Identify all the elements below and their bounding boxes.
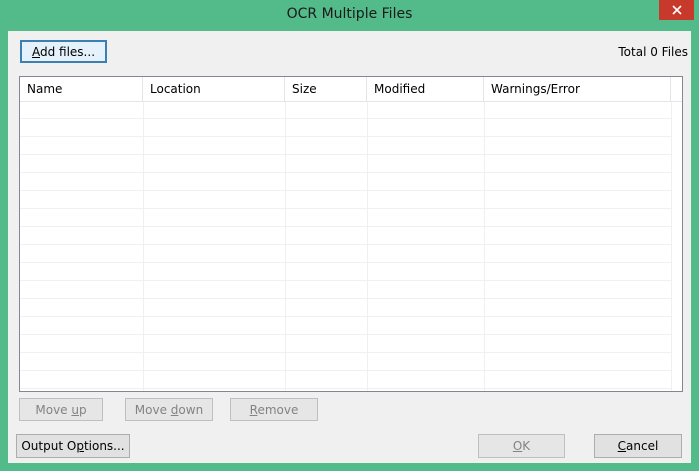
add-files-label: Add files...	[31, 44, 96, 59]
grid-line	[671, 102, 672, 391]
window-title: OCR Multiple Files	[286, 6, 413, 22]
remove-label: Remove	[249, 402, 299, 417]
move-up-label: Move up	[35, 402, 87, 417]
remove-button[interactable]: Remove	[230, 398, 318, 421]
move-up-button[interactable]: Move up	[19, 398, 103, 421]
file-list-body	[20, 102, 682, 391]
column-header-location[interactable]: Location	[143, 77, 285, 101]
grid-line	[285, 102, 286, 391]
grid-line	[20, 262, 671, 263]
grid-line	[20, 370, 671, 371]
grid-line	[20, 136, 671, 137]
grid-line	[20, 280, 671, 281]
grid-line	[484, 102, 485, 391]
column-header-modified[interactable]: Modified	[367, 77, 484, 101]
grid-line	[20, 244, 671, 245]
close-button[interactable]	[659, 0, 694, 20]
dialog-client-area: Add files... Total 0 Files Name Location…	[8, 31, 691, 463]
file-list-header: Name Location Size Modified Warnings/Err…	[20, 77, 682, 102]
add-files-button[interactable]: Add files...	[20, 40, 107, 63]
output-options-button[interactable]: Output Options...	[16, 434, 130, 458]
ok-button[interactable]: OK	[478, 434, 565, 458]
file-list[interactable]: Name Location Size Modified Warnings/Err…	[19, 76, 683, 392]
column-header-warnings[interactable]: Warnings/Error	[484, 77, 671, 101]
move-down-label: Move down	[134, 402, 204, 417]
ok-label: OK	[512, 439, 531, 453]
grid-line	[20, 298, 671, 299]
grid-line	[20, 172, 671, 173]
grid-line	[20, 316, 671, 317]
column-header-size[interactable]: Size	[285, 77, 367, 101]
grid-line	[20, 334, 671, 335]
grid-line	[20, 388, 671, 389]
dialog-window: OCR Multiple Files Add files... Total 0 …	[0, 0, 699, 471]
grid-line	[143, 102, 144, 391]
output-options-label: Output Options...	[21, 439, 125, 453]
close-icon	[671, 5, 682, 15]
grid-line	[20, 208, 671, 209]
grid-line	[20, 118, 671, 119]
grid-line	[20, 154, 671, 155]
cancel-label: Cancel	[617, 439, 659, 453]
grid-line	[20, 352, 671, 353]
cancel-button[interactable]: Cancel	[594, 434, 682, 458]
total-files-count: Total 0 Files	[618, 45, 688, 59]
move-down-button[interactable]: Move down	[125, 398, 213, 421]
grid-line	[20, 190, 671, 191]
title-bar[interactable]: OCR Multiple Files	[0, 0, 699, 31]
grid-line	[20, 226, 671, 227]
column-header-name[interactable]: Name	[20, 77, 143, 101]
grid-line	[367, 102, 368, 391]
